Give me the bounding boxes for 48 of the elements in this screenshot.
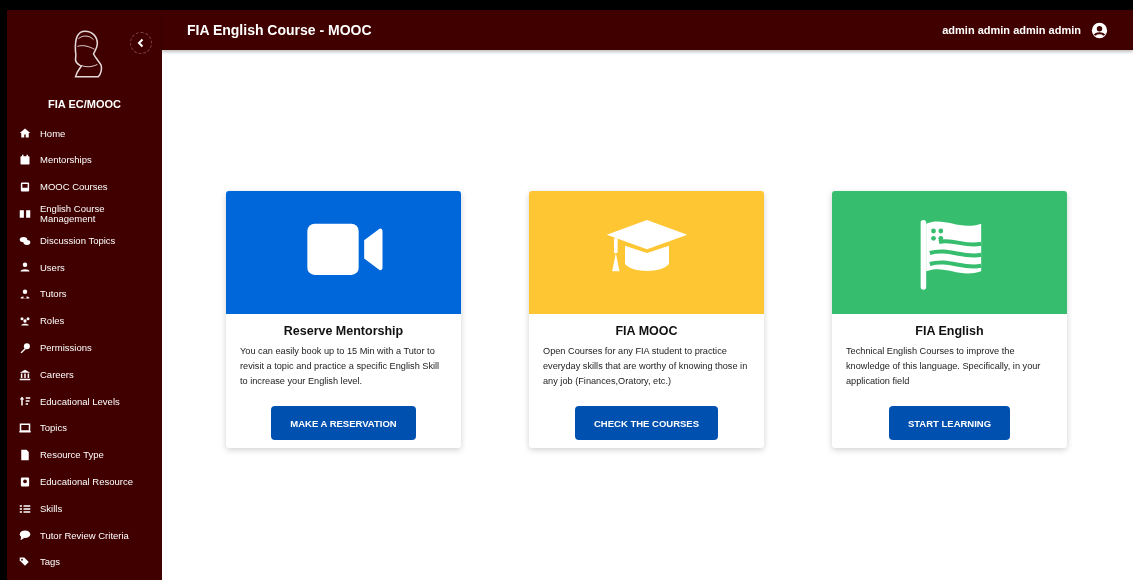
nav-item[interactable]: Permissions: [7, 334, 162, 362]
card-description: Open Courses for any FIA student to practice everyday skills that are worthy of knowing those in any job (Finances,Oratory, etc.): [543, 345, 749, 388]
page-title: FIA English Course - MOOC: [187, 22, 373, 38]
nav-item[interactable]: Discussion Topics: [7, 227, 162, 254]
collapse-button[interactable]: [130, 32, 152, 54]
action-button[interactable]: MAKE A RESERVATION: [271, 406, 416, 440]
nav-item[interactable]: Tutors: [7, 280, 162, 308]
card-title: FIA English: [915, 324, 984, 338]
card-title: Reserve Mentorship: [283, 324, 404, 338]
nav-item[interactable]: Educational Resource: [7, 468, 162, 496]
nav-item[interactable]: Home: [7, 120, 162, 147]
tutor-icon: [19, 288, 31, 301]
book-icon: [19, 475, 31, 488]
user-account-icon[interactable]: [1091, 21, 1108, 39]
action-button[interactable]: CHECK THE COURSES: [574, 406, 718, 440]
nav-item[interactable]: Topics: [7, 414, 162, 442]
nav-item[interactable]: Educational Levels: [7, 387, 162, 415]
nav-item[interactable]: Careers: [7, 361, 162, 388]
sort-icon: [19, 395, 31, 408]
file-icon: [19, 448, 31, 461]
nav-item[interactable]: Mentorships: [7, 146, 162, 174]
book-icon: [19, 181, 31, 193]
nav-item[interactable]: Users: [7, 254, 162, 281]
user-name: admin admin admin admin: [942, 24, 1081, 36]
card-description: You can easily book up to 15 Min with a Tutor to revisit a topic and practice a specific English Skill to increase your English level.: [240, 345, 441, 388]
card-description: Technical English Courses to improve the knowledge of this language. Specifically, in your application field: [846, 345, 1042, 388]
user-icon: [19, 261, 31, 274]
nav-item[interactable]: Skills: [7, 495, 162, 522]
house-icon: [19, 127, 31, 140]
nav-item[interactable]: MOOC Courses: [7, 173, 162, 201]
open-book-icon: [19, 207, 31, 220]
action-button[interactable]: START LEARNING: [888, 406, 1011, 440]
chat-bubbles-icon: [19, 234, 31, 247]
comment-icon: [19, 529, 31, 542]
users-icon: [19, 314, 31, 327]
calendar-icon: [19, 154, 31, 167]
chevron-left-icon: [136, 38, 146, 48]
brand-name: FIA EC/MOOC: [47, 98, 122, 110]
nav-item[interactable]: Tags: [7, 548, 162, 576]
laptop-icon: [19, 422, 31, 435]
bank-icon: [19, 368, 31, 381]
nav-item[interactable]: Roles: [7, 307, 162, 335]
card-title: FIA MOOC: [615, 324, 678, 338]
nav-item[interactable]: Tutor Review Criteria: [7, 521, 162, 549]
nav-item[interactable]: English Course Management: [7, 200, 162, 228]
checklist-icon: [19, 502, 31, 515]
nav-item[interactable]: Resource Type: [7, 441, 162, 469]
key-icon: [19, 341, 31, 354]
